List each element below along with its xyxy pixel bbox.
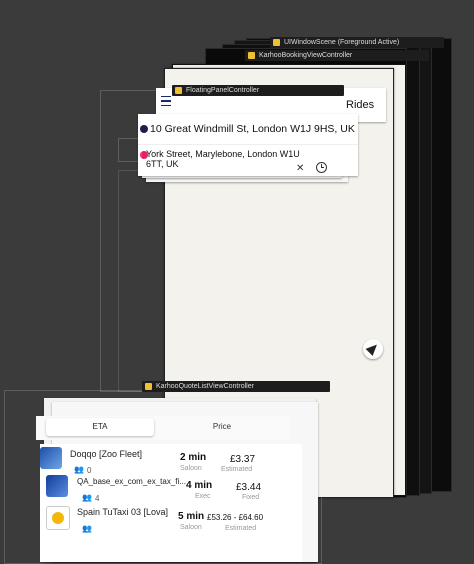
quote-eta: 2 min [180, 452, 207, 463]
passenger-count: 4 [95, 494, 100, 503]
quote-row[interactable]: Spain TuTaxi 03 [Lova] 👥 5 min Saloon £5… [40, 504, 302, 538]
quote-price: £53.26 - £64.60 [207, 513, 264, 522]
dropoff-row[interactable]: York Street, Marylebone, London W1U 6TT,… [138, 148, 338, 176]
quote-eta: 5 min [178, 511, 205, 522]
quote-price: £3.37 [230, 454, 256, 465]
location-arrow-icon[interactable] [363, 339, 383, 359]
address-bar: 10 Great Windmill St, London W1J 9HS, UK… [138, 114, 358, 176]
tab-eta-label: ETA [92, 422, 108, 431]
quote-name: QA_base_ex_com_ex_tax_fi... [77, 477, 186, 486]
pickup-row[interactable]: 10 Great Windmill St, London W1J 9HS, UK [138, 114, 358, 145]
fleet-logo-icon [46, 506, 70, 530]
fleet-logo-icon [40, 447, 62, 469]
address-icon-frame [118, 138, 142, 162]
quote-price: £3.44 [236, 482, 262, 493]
passenger-icon: 👥 [82, 524, 92, 533]
hamburger-menu-icon[interactable] [161, 96, 171, 106]
dropoff-address: York Street, Marylebone, London W1U 6TT,… [146, 149, 300, 169]
view-badge-icon [145, 383, 152, 390]
sort-tabs: ETA Price [36, 416, 290, 440]
clock-icon[interactable] [316, 162, 327, 173]
floating-vc-label-text: FloatingPanelController [186, 87, 260, 94]
tab-eta[interactable]: ETA [46, 418, 154, 436]
quote-name: Spain TuTaxi 03 [Lova] [77, 507, 169, 517]
passenger-icon: 👥 [82, 493, 92, 502]
view-badge-icon [175, 87, 182, 94]
quote-vc-label-text: KarhooQuoteListViewController [156, 383, 254, 390]
quote-category: Saloon [180, 465, 202, 472]
floating-vc-label: FloatingPanelController [172, 85, 344, 96]
tab-price[interactable]: Price [164, 418, 280, 436]
view-badge-icon [273, 39, 280, 46]
quote-row[interactable]: QA_base_ex_com_ex_tax_fi... 👥 4 4 min Ex… [40, 472, 302, 506]
quote-list: Doqqo [Zoo Fleet] 👥 0 2 min Saloon £3.37… [40, 444, 302, 562]
pickup-address: 10 Great Windmill St, London W1J 9HS, UK [150, 123, 355, 135]
quote-name: Doqqo [Zoo Fleet] [70, 449, 143, 459]
fleet-logo-icon [46, 475, 68, 497]
window-scene-label-text: UIWindowScene (Foreground Active) [284, 39, 400, 46]
window-scene-label: UIWindowScene (Foreground Active) [270, 37, 444, 48]
booking-vc-label: KarhooBookingViewController [245, 50, 429, 61]
quote-vc-label: KarhooQuoteListViewController [142, 381, 330, 392]
floating-panel-inner-frame [118, 170, 180, 392]
close-icon[interactable]: ✕ [296, 163, 304, 174]
booking-vc-label-text: KarhooBookingViewController [259, 52, 353, 59]
page-title: Rides [346, 99, 375, 111]
pickup-dot-icon [140, 125, 148, 133]
quote-price-type: Fixed [242, 494, 260, 501]
quote-eta: 4 min [186, 480, 213, 491]
tab-price-label: Price [212, 422, 232, 431]
view-badge-icon [248, 52, 255, 59]
quote-price-type: Estimated [225, 525, 257, 532]
quote-category: Saloon [180, 524, 202, 531]
quote-category: Exec [195, 493, 211, 500]
